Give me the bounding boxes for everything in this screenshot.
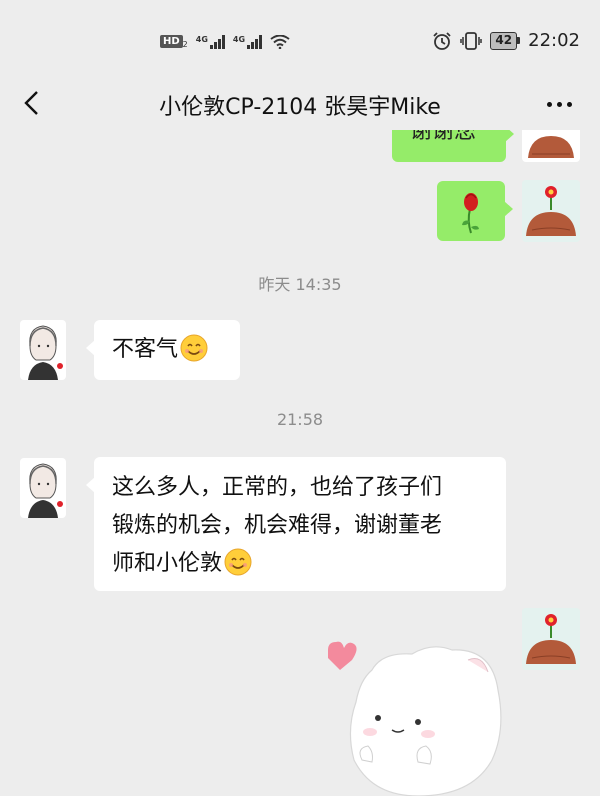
message-2-line-2: 锻炼的机会，机会难得，谢谢董老 [112, 513, 443, 538]
flower-pot-avatar-icon [522, 608, 580, 670]
timestamp-yesterday: 昨天 14:35 [258, 275, 342, 294]
self-avatar-3[interactable] [522, 608, 580, 670]
status-time: 22:02 [528, 30, 580, 51]
hd-badge: HD 2 [160, 34, 188, 49]
incoming-message-1[interactable]: 不客气 [86, 320, 240, 380]
net-type-2: 4G [232, 34, 246, 44]
status-right: 42 22:02 [432, 30, 580, 51]
partial-bubble-text: 谢谢您 [410, 130, 477, 144]
smile-emoji-icon [224, 548, 252, 576]
rose-icon [462, 193, 479, 234]
chat-title: 小伦敦CP-2104 张昊宇Mike [159, 95, 441, 120]
smile-emoji-icon [180, 334, 208, 362]
wifi-icon [270, 34, 290, 49]
net-type-1: 4G [195, 34, 208, 44]
alarm-icon [433, 31, 452, 50]
message-2-line-1: 这么多人，正常的，也给了孩子们 [112, 475, 443, 500]
cat-sticker[interactable] [322, 630, 512, 796]
partial-outgoing-bubble[interactable]: 谢谢您 [392, 130, 514, 162]
signal-icon: 4G [195, 34, 225, 49]
vibrate-icon [460, 31, 483, 50]
signal-icon-2: 4G [232, 34, 263, 49]
flower-pot-avatar-icon [522, 180, 580, 242]
message-2-line-3: 师和小伦敦 [112, 551, 223, 576]
status-left: HD 2 4G 4G [160, 34, 290, 49]
more-dots-icon[interactable] [547, 102, 572, 107]
hd-label: HD [160, 35, 183, 48]
self-avatar[interactable] [522, 180, 580, 242]
contact-avatar[interactable] [20, 320, 66, 380]
message-2-line-3-wrap: 师和小伦敦 [112, 545, 488, 583]
cat-sticker-icon [328, 641, 502, 796]
battery-level: 42 [490, 31, 518, 50]
outgoing-rose-bubble[interactable] [437, 181, 513, 241]
message-1-text: 不客气 [112, 337, 179, 362]
flower-pot-avatar-icon [528, 136, 574, 158]
girl-avatar-icon [28, 463, 63, 518]
chat-header: 小伦敦CP-2104 张昊宇Mike [0, 74, 600, 134]
hd-sub: 2 [182, 40, 188, 50]
contact-avatar-2[interactable] [20, 458, 66, 518]
timestamp-2158: 21:58 [276, 410, 324, 429]
chat-area[interactable]: 谢谢您 昨天 14:35 不客气 21:58 这么多人，正常的，也给了孩子们 锻… [0, 130, 600, 796]
battery-icon: 42 [490, 31, 521, 50]
girl-avatar-icon [28, 325, 63, 380]
self-avatar-partial[interactable] [522, 130, 580, 162]
incoming-message-2[interactable]: 这么多人，正常的，也给了孩子们 锻炼的机会，机会难得，谢谢董老 师和小伦敦 [86, 457, 506, 591]
